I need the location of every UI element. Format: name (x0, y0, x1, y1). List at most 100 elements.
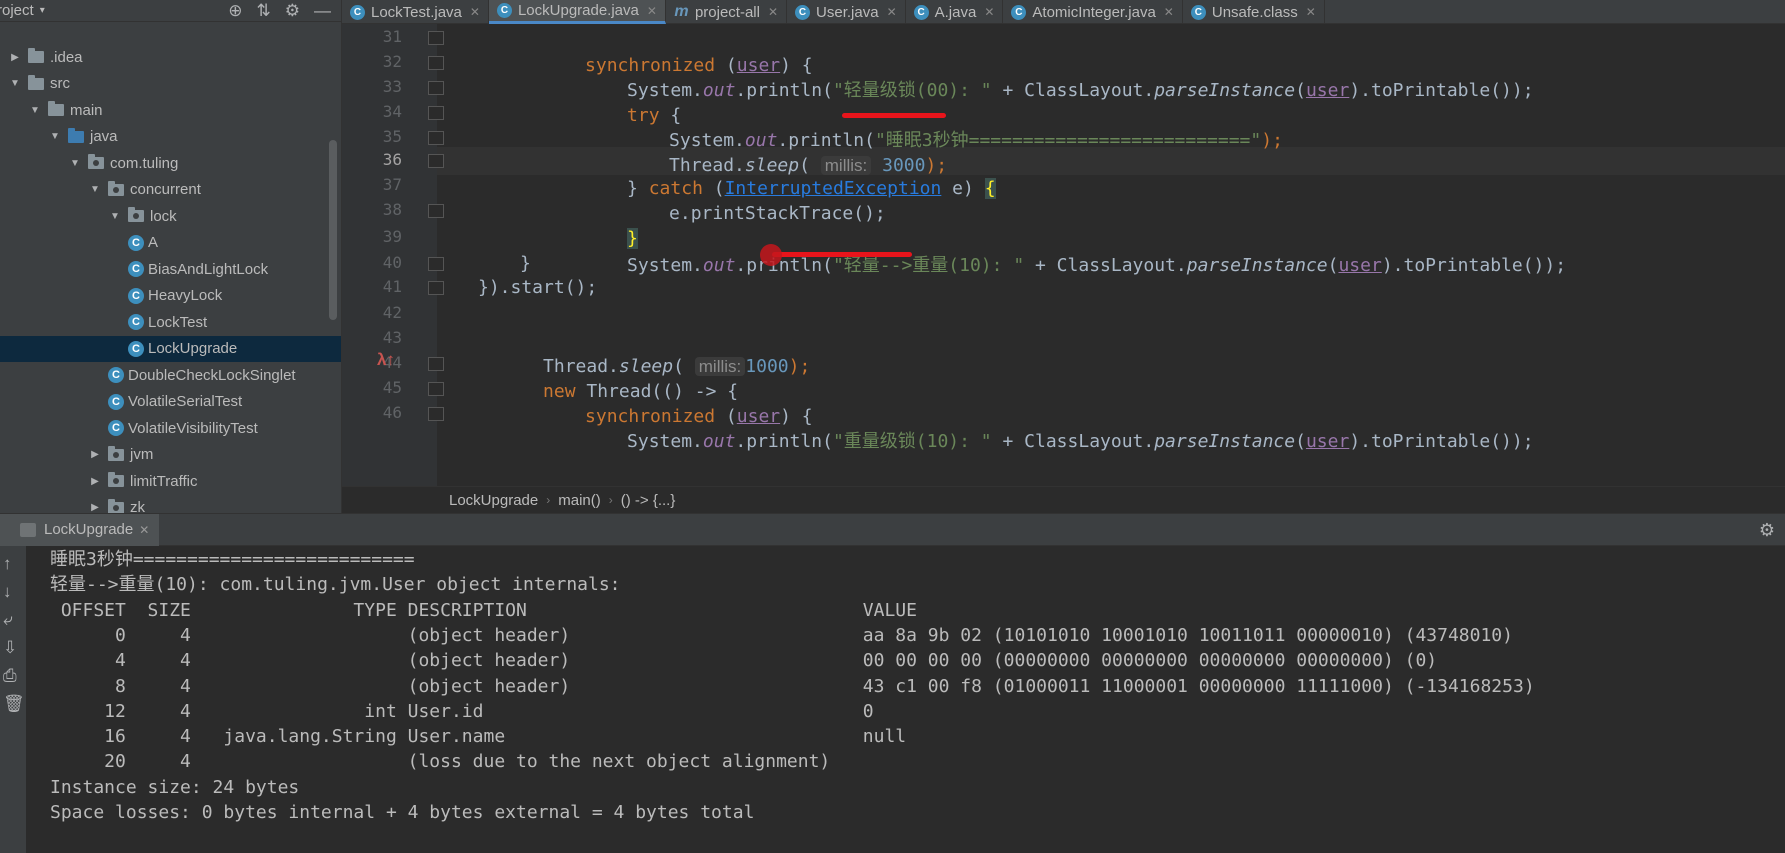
tree-item[interactable]: C HeavyLock (0, 283, 341, 309)
close-icon[interactable]: ✕ (139, 523, 149, 537)
project-title[interactable]: roject (0, 2, 34, 19)
editor-tab[interactable]: C AtomicInteger.java ✕ (1003, 0, 1183, 24)
editor-tab[interactable]: C LockUpgrade.java ✕ (488, 0, 666, 24)
chevron-down-icon[interactable]: ▾ (40, 5, 45, 16)
print-icon[interactable]: ⎙ (3, 666, 17, 686)
tree-item[interactable]: C BiasAndLightLock (0, 256, 341, 282)
tree-item[interactable]: C VolatileVisibilityTest (0, 415, 341, 441)
editor-tab[interactable]: m project-all ✕ (666, 0, 788, 24)
tree-item-label: .idea (50, 48, 83, 66)
fold-marker-icon[interactable] (428, 131, 444, 145)
red-dot-annotation (760, 244, 782, 266)
gear-icon[interactable]: ⚙ (285, 1, 300, 21)
tree-item[interactable]: C LockUpgrade (0, 335, 341, 362)
editor-tab[interactable]: C Unsafe.class ✕ (1183, 0, 1325, 24)
tree-item[interactable]: ▼ lock (0, 203, 341, 229)
tree-item[interactable]: ▶ zk (0, 495, 341, 513)
string-literal: "重量级锁(10): " (832, 431, 992, 452)
close-icon[interactable]: ✕ (984, 5, 994, 19)
close-icon[interactable]: ✕ (647, 4, 657, 18)
chevron-right-icon[interactable]: ▶ (8, 52, 22, 63)
folder-icon (28, 48, 44, 63)
close-icon[interactable]: ✕ (1164, 5, 1174, 19)
chevron-right-icon[interactable]: ▶ (88, 449, 102, 460)
run-tab[interactable]: LockUpgrade ✕ (0, 513, 160, 546)
minimize-icon[interactable]: — (314, 1, 331, 21)
tree-item[interactable]: ▼ concurrent (0, 177, 341, 203)
class-icon: C (913, 4, 929, 20)
class-icon: C (128, 287, 144, 304)
fold-marker-icon[interactable] (428, 31, 444, 45)
tree-item[interactable]: ▶ jvm (0, 442, 341, 468)
fold-marker-icon[interactable] (428, 407, 444, 421)
trash-icon[interactable]: 🗑 (3, 694, 25, 714)
class-icon: C (350, 4, 365, 20)
editor-tab[interactable]: C A.java ✕ (906, 0, 1004, 24)
code-token: out (702, 255, 736, 276)
code-line-46: System.out.println("重量级锁(10): " + ClassL… (562, 400, 1534, 452)
chevron-down-icon[interactable]: ▼ (28, 105, 42, 116)
tree-item[interactable]: ▶ limitTraffic (0, 468, 341, 494)
close-icon[interactable]: ✕ (1306, 5, 1316, 19)
tree-item-label: DoubleCheckLockSinglet (128, 366, 296, 384)
breadcrumb-item[interactable]: main() (558, 492, 601, 509)
editor-tab[interactable]: C LockTest.java ✕ (342, 0, 489, 24)
code-token: ).toPrintable()); (1381, 255, 1567, 276)
fold-marker-icon[interactable] (428, 81, 444, 95)
folder-icon (68, 127, 84, 143)
fold-marker-icon[interactable] (428, 257, 444, 271)
tree-scrollbar[interactable] (329, 140, 337, 320)
scroll-up-icon[interactable]: ↑ (3, 554, 12, 574)
line-number: 40 (382, 253, 402, 272)
close-icon[interactable]: ✕ (768, 5, 778, 19)
fold-marker-icon[interactable] (428, 106, 444, 120)
chevron-down-icon[interactable]: ▼ (48, 131, 62, 142)
package-icon (108, 498, 124, 513)
tree-item-label: A (148, 234, 159, 251)
fold-marker-icon[interactable] (428, 357, 444, 371)
tree-item[interactable]: C VolatileSerialTest (0, 389, 341, 415)
tree-item[interactable]: C DoubleCheckLockSinglet (0, 362, 341, 388)
editor-tab[interactable]: C User.java ✕ (787, 0, 906, 24)
line-number: 41 (382, 277, 402, 296)
close-icon[interactable]: ✕ (470, 5, 480, 19)
chevron-down-icon[interactable]: ▼ (8, 78, 22, 89)
chevron-down-icon[interactable]: ▼ (108, 211, 122, 222)
fold-marker-icon[interactable] (428, 281, 444, 295)
tree-item[interactable]: ▼ main (0, 97, 341, 123)
fold-marker-icon[interactable] (428, 204, 444, 218)
class-icon: C (108, 367, 124, 383)
breadcrumb-item[interactable]: () -> {...} (621, 492, 676, 509)
console-output[interactable]: 睡眠3秒钟========================== 轻量-->重量(1… (50, 546, 1785, 853)
code-editor[interactable]: 31 32 33 34 35 36 37 38 39 40 41 42 43 44 45 46 λ↑ sync… (342, 24, 1785, 486)
line-number: 32 (382, 52, 402, 71)
tree-item[interactable]: ▼ com.tuling (0, 150, 341, 176)
close-icon[interactable]: ✕ (887, 5, 897, 19)
tree-item[interactable]: ▶ .idea (0, 44, 341, 70)
fold-marker-icon[interactable] (428, 56, 444, 70)
console-line: 8 4 (object header) 43 c1 00 f8 (0100001… (50, 675, 1535, 697)
soft-wrap-icon[interactable]: ⤶ (3, 610, 13, 630)
chevron-right-icon[interactable]: ▶ (88, 502, 102, 513)
tree-item-label: LockTest (148, 313, 208, 331)
code-line-43: Thread.sleep( millis: 1000); (543, 356, 811, 377)
gear-icon[interactable]: ⚙ (1759, 520, 1775, 541)
collapse-icon[interactable]: ⇅ (257, 1, 271, 21)
locate-icon[interactable]: ⊕ (228, 1, 242, 21)
tree-item[interactable]: CA (0, 230, 341, 256)
tree-item[interactable]: ▼ src (0, 71, 341, 97)
scroll-to-end-icon[interactable]: ⇩ (3, 638, 17, 658)
tree-item[interactable]: ▼ java (0, 124, 341, 150)
class-icon: C (128, 314, 144, 330)
tree-item[interactable]: C LockTest (0, 309, 341, 335)
fold-marker-icon[interactable] (428, 154, 444, 168)
chevron-down-icon[interactable]: ▼ (88, 184, 102, 195)
fold-marker-icon[interactable] (428, 382, 444, 396)
chevron-down-icon[interactable]: ▼ (68, 158, 82, 169)
tree-item-label: src (50, 75, 70, 92)
breadcrumb-item[interactable]: LockUpgrade (449, 492, 538, 509)
lambda-run-icon[interactable]: λ↑ (377, 350, 405, 372)
scroll-down-icon[interactable]: ↓ (3, 582, 12, 602)
tree-item-label: zk (130, 499, 145, 513)
chevron-right-icon[interactable]: ▶ (88, 476, 102, 487)
